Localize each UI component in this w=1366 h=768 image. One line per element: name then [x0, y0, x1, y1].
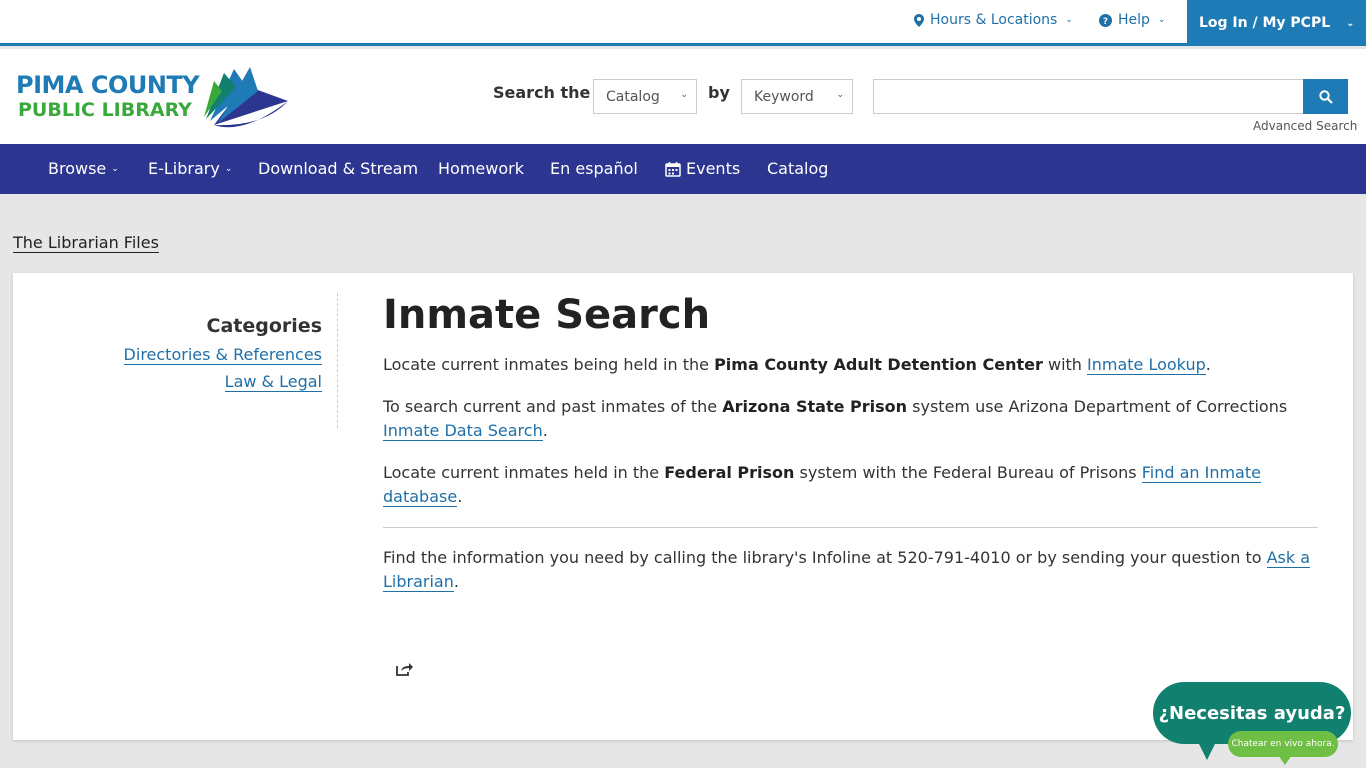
chevron-down-icon: ⌄: [836, 90, 844, 100]
nav-item-label: E-Library: [148, 159, 220, 178]
bold-text: Arizona State Prison: [722, 397, 908, 416]
help-label: Help: [1118, 12, 1150, 28]
map-marker-icon: [914, 13, 924, 27]
by-label: by: [708, 83, 730, 102]
book-fan-logo-icon: [204, 67, 288, 128]
share-icon[interactable]: [395, 661, 413, 677]
logo-line1: PIMA COUNTY: [16, 71, 200, 99]
nav-item-download-stream[interactable]: Download & Stream: [258, 159, 418, 178]
nav-item-en-espanol[interactable]: En español: [550, 159, 638, 178]
site-header: PIMA COUNTY PUBLIC LIBRARY Search the Ca…: [0, 49, 1366, 144]
search-label: Search the: [493, 83, 591, 102]
bold-text: Pima County Adult Detention Center: [714, 355, 1043, 374]
text: Locate current inmates held in the: [383, 463, 665, 482]
content-card: Categories Directories & References Law …: [13, 273, 1353, 740]
nav-item-catalog[interactable]: Catalog: [767, 159, 828, 178]
search-button[interactable]: [1303, 79, 1348, 114]
category-link-label: Law & Legal: [224, 372, 322, 392]
text: To search current and past inmates of th…: [383, 397, 723, 416]
library-logo[interactable]: PIMA COUNTY PUBLIC LIBRARY: [16, 65, 296, 131]
chevron-down-icon: ⌄: [1065, 15, 1073, 25]
nav-item-e-library[interactable]: E-Library ⌄: [148, 159, 232, 178]
breadcrumb-link[interactable]: The Librarian Files: [13, 233, 159, 253]
search-icon: [1318, 89, 1333, 104]
chat-widget[interactable]: ¿Necesitas ayuda? Chatear en vivo ahora.: [1153, 682, 1351, 765]
text: Find the information you need by calling…: [383, 548, 1267, 567]
nav-item-browse[interactable]: Browse ⌄: [48, 159, 119, 178]
search-type-value: Keyword: [754, 88, 814, 105]
text: with: [1042, 355, 1088, 374]
chevron-down-icon: ⌄: [224, 163, 233, 174]
logo-line2: PUBLIC LIBRARY: [18, 99, 192, 121]
categories-sidebar: Categories Directories & References Law …: [13, 293, 338, 428]
page-title: Inmate Search: [383, 292, 711, 338]
nav-item-label: En español: [550, 159, 638, 178]
bold-text: Federal Prison: [664, 463, 795, 482]
article-content: Inmate Search Locate current inmates bei…: [383, 291, 1318, 612]
divider: [383, 527, 1318, 528]
category-link-directories[interactable]: Directories & References: [13, 345, 322, 365]
category-link-label: Directories & References: [123, 345, 322, 365]
text: system with the Federal Bureau of Prison…: [794, 463, 1142, 482]
text: .: [457, 487, 463, 506]
chevron-down-icon: ⌄: [1346, 17, 1355, 29]
login-label: Log In / My PCPL: [1199, 15, 1331, 31]
advanced-search-link[interactable]: Advanced Search: [1253, 119, 1357, 133]
categories-heading: Categories: [206, 315, 322, 337]
search-input[interactable]: [873, 79, 1304, 114]
text: system use Arizona Department of Correct…: [907, 397, 1288, 416]
text: .: [542, 421, 548, 440]
nav-item-label: Events: [686, 159, 741, 178]
nav-item-events[interactable]: Events: [665, 159, 740, 178]
chat-live-button[interactable]: Chatear en vivo ahora.: [1228, 731, 1338, 757]
svg-text:?: ?: [1103, 17, 1108, 27]
paragraph-county: Locate current inmates being held in the…: [383, 353, 1318, 377]
utility-bar: Hours & Locations ⌄ ? Help ⌄ Log In / My…: [0, 0, 1366, 46]
question-circle-icon: ?: [1099, 13, 1112, 27]
text: Locate current inmates being held in the: [383, 355, 715, 374]
nav-item-label: Homework: [438, 159, 524, 178]
hours-locations-label: Hours & Locations: [930, 12, 1058, 28]
search-type-select[interactable]: Keyword ⌄: [741, 79, 853, 114]
search-scope-value: Catalog: [606, 88, 660, 105]
category-link-law-legal[interactable]: Law & Legal: [13, 372, 322, 392]
hours-locations-link[interactable]: Hours & Locations ⌄: [914, 12, 1073, 28]
paragraph-federal: Locate current inmates held in the Feder…: [383, 461, 1318, 509]
paragraph-state: To search current and past inmates of th…: [383, 395, 1318, 443]
chevron-down-icon: ⌄: [111, 163, 119, 174]
nav-item-label: Download & Stream: [258, 159, 419, 178]
nav-item-homework[interactable]: Homework: [438, 159, 524, 178]
search-scope-select[interactable]: Catalog ⌄: [593, 79, 697, 114]
chevron-down-icon: ⌄: [1157, 15, 1166, 25]
text: .: [1205, 355, 1211, 374]
main-navigation: Browse ⌄ E-Library ⌄ Download & Stream H…: [0, 144, 1366, 194]
help-link[interactable]: ? Help ⌄: [1099, 12, 1165, 28]
chevron-down-icon: ⌄: [680, 90, 688, 100]
paragraph-infoline: Find the information you need by calling…: [383, 546, 1318, 594]
calendar-icon: [665, 161, 681, 177]
inmate-data-search-link[interactable]: Inmate Data Search: [383, 421, 543, 441]
nav-item-label: Browse: [48, 159, 107, 178]
login-button[interactable]: Log In / My PCPL ⌄: [1187, 0, 1366, 46]
text: .: [453, 572, 459, 591]
inmate-lookup-link[interactable]: Inmate Lookup: [1087, 355, 1206, 375]
nav-item-label: Catalog: [767, 159, 829, 178]
